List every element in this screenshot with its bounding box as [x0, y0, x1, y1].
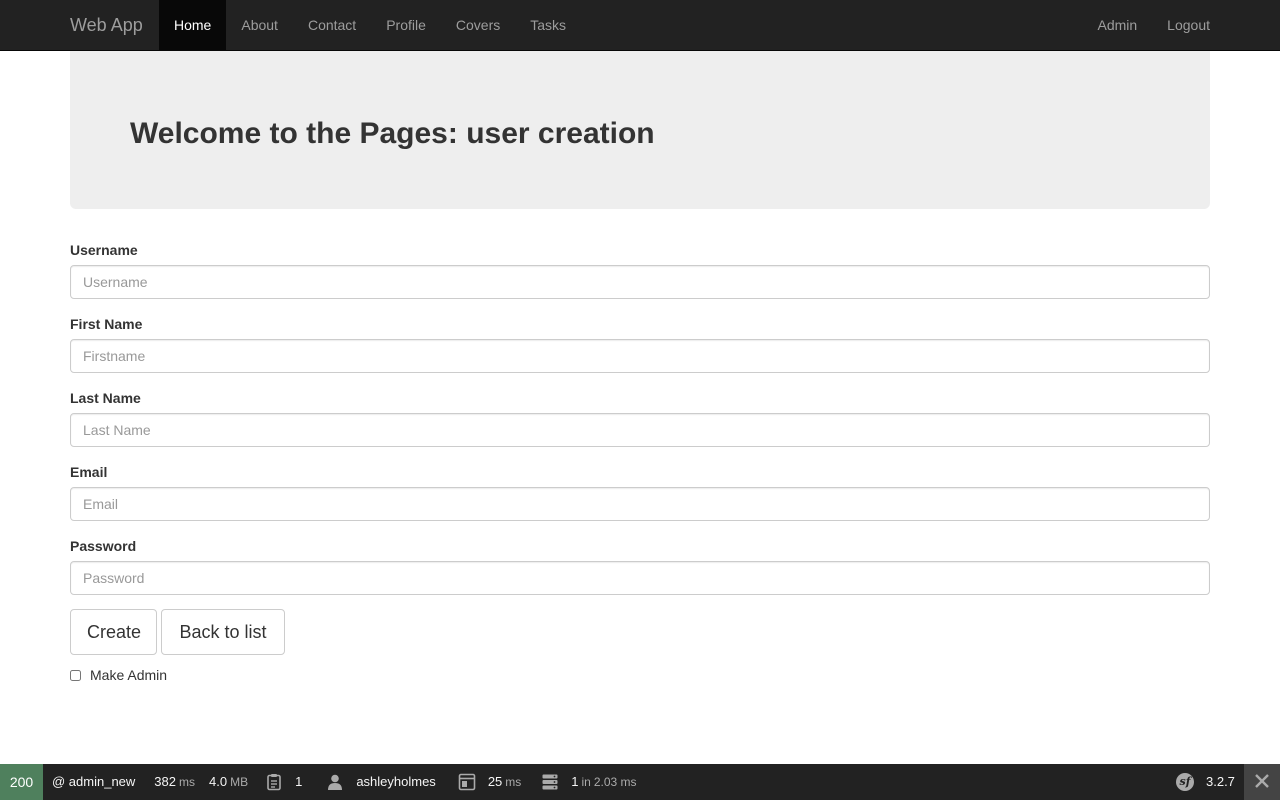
memory-usage: 4.0 — [209, 774, 228, 789]
firstname-label: First Name — [70, 316, 143, 332]
back-to-list-button[interactable]: Back to list — [161, 609, 285, 655]
nav-item-admin[interactable]: Admin — [1082, 0, 1152, 50]
password-input[interactable] — [70, 561, 1210, 595]
route-item[interactable]: @ admin_new — [52, 764, 135, 800]
nav-item-home[interactable]: Home — [159, 0, 227, 50]
render-time-unit: ms — [505, 775, 522, 789]
username-display: ashleyholmes — [356, 774, 436, 789]
nav-item-covers[interactable]: Covers — [441, 0, 515, 50]
db-query-count: 1 — [571, 774, 579, 789]
close-icon — [1254, 773, 1270, 792]
symfony-logo-icon: sf — [1176, 773, 1194, 791]
nav-item-about[interactable]: About — [226, 0, 293, 50]
form-group-password: Password — [70, 536, 1210, 595]
forms-count: 1 — [295, 774, 303, 789]
lastname-input[interactable] — [70, 413, 1210, 447]
nav-item-profile[interactable]: Profile — [371, 0, 441, 50]
form-group-firstname: First Name — [70, 314, 1210, 373]
username-label: Username — [70, 242, 138, 258]
render-time: 25 — [487, 774, 503, 789]
firstname-input[interactable] — [70, 339, 1210, 373]
route-name: @ admin_new — [52, 774, 136, 789]
db-query-time: 2.03 ms — [593, 775, 637, 789]
lastname-label: Last Name — [70, 390, 141, 406]
nav-item-tasks[interactable]: Tasks — [515, 0, 581, 50]
database-item[interactable]: 1 in 2.03 ms — [541, 764, 637, 800]
status-code-badge[interactable]: 200 — [0, 764, 43, 800]
jumbotron: Welcome to the Pages: user creation — [70, 51, 1210, 209]
user-item[interactable]: ashleyholmes — [326, 764, 436, 800]
database-icon — [541, 773, 559, 791]
nav-item-logout[interactable]: Logout — [1152, 0, 1210, 50]
symfony-version: 3.2.7 — [1206, 774, 1235, 789]
nav-left: Home About Contact Profile Covers Tasks — [159, 0, 581, 50]
make-admin-checkbox[interactable] — [70, 669, 81, 681]
form-group-email: Email — [70, 462, 1210, 521]
email-label: Email — [70, 464, 108, 480]
debug-toolbar: 200 @ admin_new 382 ms 4.0 MB 1 ashleyho… — [0, 764, 1280, 800]
user-icon — [326, 773, 344, 791]
page-title: Welcome to the Pages: user creation — [130, 117, 655, 150]
nav-item-contact[interactable]: Contact — [293, 0, 371, 50]
memory-item[interactable]: 4.0 MB — [209, 764, 248, 800]
top-navbar: Web App Home About Contact Profile Cover… — [0, 0, 1280, 51]
email-input[interactable] — [70, 487, 1210, 521]
layout-icon — [458, 773, 476, 791]
create-button[interactable]: Create — [70, 609, 157, 655]
form-group-lastname: Last Name — [70, 388, 1210, 447]
username-input[interactable] — [70, 265, 1210, 299]
timing-item[interactable]: 382 ms — [154, 764, 195, 800]
password-label: Password — [70, 538, 137, 554]
nav-right: Admin Logout — [1082, 0, 1210, 50]
symfony-version-item[interactable]: sf 3.2.7 — [1176, 764, 1235, 800]
make-admin-row[interactable]: Make Admin — [70, 667, 167, 683]
db-in-label: in — [581, 775, 591, 789]
make-admin-label: Make Admin — [90, 667, 168, 683]
request-time: 382 — [154, 774, 176, 789]
form-group-username: Username — [70, 240, 1210, 299]
render-time-item[interactable]: 25 ms — [458, 764, 521, 800]
request-time-unit: ms — [179, 775, 195, 789]
clipboard-icon — [265, 773, 283, 791]
brand-link[interactable]: Web App — [70, 0, 143, 50]
memory-unit: MB — [230, 775, 249, 789]
close-toolbar-button[interactable] — [1244, 764, 1280, 800]
forms-item[interactable]: 1 — [265, 764, 302, 800]
